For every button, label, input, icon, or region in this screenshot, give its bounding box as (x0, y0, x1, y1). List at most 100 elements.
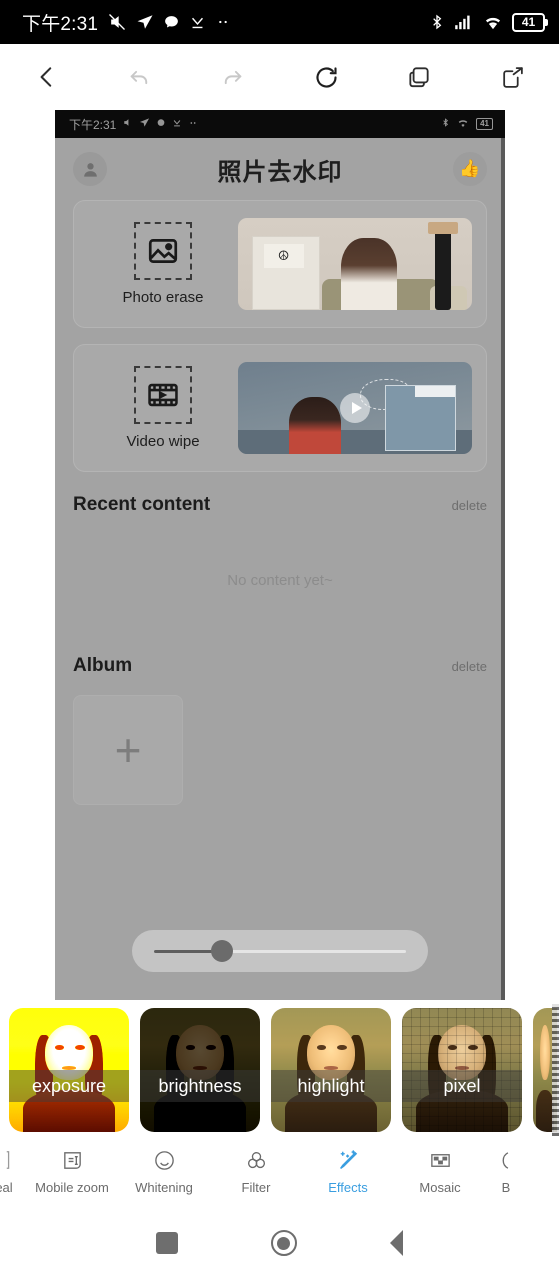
filter-tile-exposure[interactable]: exposure (9, 1008, 129, 1132)
browser-toolbar (0, 44, 559, 110)
tabs-icon (409, 67, 429, 88)
three-circles-icon (245, 1147, 268, 1173)
mute-icon (107, 12, 127, 32)
photo-erase-label: Photo erase (122, 289, 204, 306)
app-status-bar: 下午2:31 41 (55, 110, 505, 138)
photo-erase-left: Photo erase (88, 222, 238, 306)
message-icon (163, 14, 180, 31)
tab-effects[interactable]: Effects (302, 1147, 394, 1195)
filter-tile-pixel[interactable]: pixel (402, 1008, 522, 1132)
app-status-time: 下午2:31 (69, 117, 117, 132)
back-button[interactable] (0, 44, 93, 110)
app-content: 照片去水印 👍 Photo erase ☮ Video wipe Recent … (55, 138, 505, 1000)
recent-content-title: Recent content (73, 494, 211, 515)
status-bar-right: 41 (429, 12, 548, 32)
battery-indicator: 41 (512, 12, 548, 32)
slider-thumb[interactable] (211, 940, 234, 962)
recents-button[interactable] (156, 1232, 179, 1254)
crown-icon: 👍 (459, 159, 481, 178)
share-icon (503, 66, 523, 88)
user-avatar[interactable] (73, 152, 107, 186)
app-status-left: 下午2:31 (69, 116, 441, 133)
app-battery-indicator: 41 (476, 118, 493, 130)
filter-label: highlight (271, 1070, 391, 1102)
play-icon (340, 393, 370, 423)
heal-icon (0, 1147, 10, 1173)
undo-arrow-icon (130, 70, 148, 84)
bluetooth-icon (429, 13, 445, 31)
app-download-icon (172, 117, 182, 131)
app-navigation-icon (139, 117, 150, 131)
recent-empty-state: No content yet~ (227, 572, 333, 589)
album-add-tile[interactable]: + (73, 695, 183, 805)
app-header: 照片去水印 👍 (73, 138, 487, 200)
status-bar-time: 下午2:31 (22, 13, 99, 35)
navigation-icon (136, 13, 154, 31)
tabs-button[interactable] (373, 44, 466, 110)
slider-track[interactable] (154, 940, 406, 962)
tab-label: eal (0, 1180, 13, 1195)
app-more-icon (188, 117, 198, 131)
mosaic-icon (429, 1147, 452, 1173)
tab-label: Effects (328, 1180, 368, 1195)
page-title: 照片去水印 (217, 158, 343, 186)
app-bluetooth-icon (441, 117, 450, 131)
tab-whitening[interactable]: Whitening (118, 1147, 210, 1195)
album-grid: + (73, 677, 487, 805)
editor-tool-tabs[interactable]: eal Mobile zoom Whitening Filter (0, 1136, 559, 1206)
filter-thumbnail-strip[interactable]: exposure brightness highlight pixel (0, 1004, 559, 1136)
filter-tile-highlight[interactable]: highlight (271, 1008, 391, 1132)
magic-wand-icon (337, 1147, 360, 1173)
tab-mobile-zoom[interactable]: Mobile zoom (26, 1147, 118, 1195)
tab-mosaic[interactable]: Mosaic (394, 1147, 486, 1195)
os-status-bar: 下午2:31 41 (0, 0, 559, 44)
vip-crown-button[interactable]: 👍 (453, 152, 487, 186)
video-wipe-label: Video wipe (126, 433, 200, 450)
back-button[interactable] (389, 1230, 403, 1256)
plus-icon: + (114, 723, 142, 776)
adjustment-slider[interactable] (132, 930, 428, 972)
redo-button[interactable] (186, 44, 279, 110)
tab-label: Mosaic (419, 1180, 461, 1195)
app-wifi-icon (457, 117, 469, 131)
redo-arrow-icon (225, 70, 242, 84)
home-button[interactable] (270, 1230, 297, 1256)
recent-delete-link[interactable]: delete (452, 498, 487, 513)
tab-blur[interactable]: B (486, 1147, 526, 1195)
video-wipe-icon-box (134, 366, 192, 424)
video-wipe-left: Video wipe (88, 366, 238, 450)
album-delete-link[interactable]: delete (452, 659, 487, 674)
share-button[interactable] (466, 44, 559, 110)
mobile-zoom-icon (61, 1147, 84, 1173)
film-strip-icon (148, 383, 178, 407)
android-nav-bar (0, 1206, 559, 1280)
feature-card-video-wipe[interactable]: Video wipe (73, 344, 487, 472)
tab-label: Mobile zoom (35, 1180, 109, 1195)
recent-content-header: Recent content delete (73, 494, 487, 516)
filter-tile-brightness[interactable]: brightness (140, 1008, 260, 1132)
tab-label: B (501, 1180, 511, 1195)
tab-filter[interactable]: Filter (210, 1147, 302, 1195)
download-icon (189, 14, 206, 31)
app-status-right: 41 (441, 117, 493, 131)
tab-label: Whitening (135, 1180, 193, 1195)
app-mute-icon (122, 117, 133, 131)
user-avatar-icon (83, 162, 97, 177)
app-vertical-scrollbar[interactable] (501, 138, 505, 1000)
status-bar-left: 下午2:31 (22, 9, 429, 36)
refresh-button[interactable] (280, 44, 373, 110)
photo-erase-thumbnail: ☮ (238, 218, 472, 310)
smiley-face-icon (153, 1147, 176, 1173)
chevron-left-icon (40, 67, 51, 87)
app-webview[interactable]: 下午2:31 41 照片去水印 👍 Photo erase ☮ Video wi… (55, 110, 505, 1000)
photo-erase-icon-box (134, 222, 192, 280)
filter-label: pixel (402, 1070, 522, 1102)
tab-heal[interactable]: eal (0, 1147, 26, 1195)
video-wipe-thumbnail (238, 362, 472, 454)
feature-card-photo-erase[interactable]: Photo erase ☮ (73, 200, 487, 328)
album-header: Album delete (73, 655, 487, 677)
image-placeholder-icon (148, 239, 178, 263)
undo-button[interactable] (93, 44, 186, 110)
filter-strip-edge-clip (552, 1004, 559, 1136)
tab-label: Filter (241, 1180, 271, 1195)
